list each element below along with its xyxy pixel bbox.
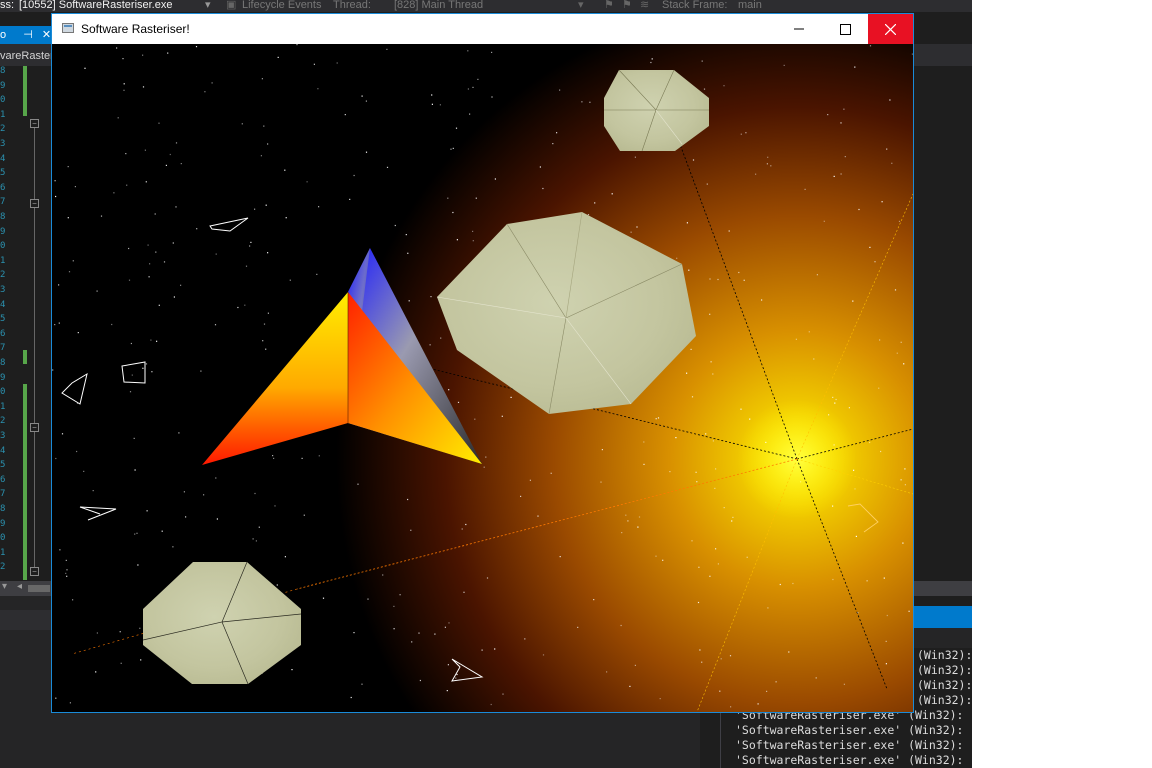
line-number: 8 bbox=[0, 212, 6, 222]
line-number: 2 bbox=[0, 270, 6, 281]
line-number: 9 bbox=[0, 80, 6, 91]
line-number: 9 bbox=[0, 372, 6, 383]
window-title: Software Rasteriser! bbox=[81, 22, 190, 36]
chevron-down-icon[interactable]: ▾ bbox=[2, 581, 7, 592]
output-line: (Win32): bbox=[917, 648, 972, 662]
line-number: 5 bbox=[0, 314, 6, 325]
stack-icon[interactable]: ≋ bbox=[640, 0, 649, 11]
line-number: 1 bbox=[0, 547, 6, 558]
line-number: 5 bbox=[0, 168, 6, 179]
tab-source-file[interactable]: vareRaster bbox=[0, 47, 52, 65]
collapse-icon[interactable]: − bbox=[30, 199, 39, 208]
output-line: (Win32): bbox=[917, 693, 972, 707]
collapse-icon[interactable]: − bbox=[30, 423, 39, 432]
line-number: 0 bbox=[0, 241, 6, 252]
flag-icon[interactable]: ⚑ bbox=[604, 0, 614, 11]
change-marker bbox=[23, 412, 27, 580]
stack-frame-dropdown[interactable]: main bbox=[738, 0, 762, 11]
rendered-scene bbox=[52, 44, 913, 712]
collapse-icon[interactable]: − bbox=[30, 119, 39, 128]
flag-filter-icon[interactable]: ⚑ bbox=[622, 0, 632, 11]
pin-icon[interactable]: ⊣ bbox=[23, 29, 33, 41]
app-icon[interactable] bbox=[62, 23, 74, 33]
close-button[interactable] bbox=[868, 14, 913, 44]
line-number: 2 bbox=[0, 124, 6, 135]
line-number: 1 bbox=[0, 109, 6, 120]
thread-label: Thread: bbox=[333, 0, 371, 11]
window-titlebar[interactable]: Software Rasteriser! bbox=[52, 14, 913, 44]
collapse-icon[interactable]: − bbox=[30, 567, 39, 576]
process-label: ss: bbox=[0, 0, 15, 11]
app-window: Software Rasteriser! bbox=[51, 13, 914, 713]
chevron-down-icon[interactable]: ▾ bbox=[205, 0, 211, 11]
process-dropdown[interactable]: [10552] SoftwareRasteriser.exe bbox=[19, 0, 172, 11]
line-number: 1 bbox=[0, 255, 6, 266]
output-line: 'SoftwareRasteriser.exe' (Win32): bbox=[735, 753, 964, 767]
lifecycle-events-icon: ▣ bbox=[226, 0, 237, 11]
chevron-left-icon[interactable]: ◂ bbox=[17, 581, 22, 592]
output-panel-titlebar bbox=[914, 606, 972, 628]
line-number: 0 bbox=[0, 533, 6, 544]
line-number: 3 bbox=[0, 139, 6, 149]
line-number: 8 bbox=[0, 504, 6, 514]
solution-explorer-header bbox=[914, 44, 972, 66]
line-number: 3 bbox=[0, 431, 6, 441]
line-number: 9 bbox=[0, 226, 6, 237]
line-number: 7 bbox=[0, 197, 6, 208]
line-number: 1 bbox=[0, 401, 6, 412]
line-number: 6 bbox=[0, 328, 6, 339]
tab-debug[interactable]: o ⊣ ✕ bbox=[0, 26, 52, 44]
fold-guide bbox=[34, 206, 35, 426]
thread-dropdown[interactable]: [828] Main Thread bbox=[394, 0, 483, 11]
line-number: 6 bbox=[0, 182, 6, 193]
line-number: 8 bbox=[0, 358, 6, 368]
line-number: 9 bbox=[0, 518, 6, 529]
output-line: (Win32): bbox=[917, 663, 972, 677]
line-number: 7 bbox=[0, 343, 6, 354]
tab-label: o bbox=[0, 29, 7, 41]
maximize-icon bbox=[839, 23, 851, 35]
line-number: 7 bbox=[0, 489, 6, 500]
stack-frame-label: Stack Frame: bbox=[662, 0, 728, 11]
maximize-button[interactable] bbox=[822, 14, 868, 44]
output-line: (Win32): bbox=[917, 678, 972, 692]
line-number: 4 bbox=[0, 153, 6, 164]
render-viewport[interactable] bbox=[52, 44, 913, 712]
minimize-icon bbox=[794, 28, 804, 30]
close-icon[interactable]: ✕ bbox=[42, 29, 51, 41]
output-line: 'SoftwareRasteriser.exe' (Win32): bbox=[735, 723, 964, 737]
line-number: 4 bbox=[0, 445, 6, 456]
editor-gutter: 8 9 0 1 2 3 4 5 6 7 8 9 0 1 2 3 4 5 6 7 8 9 0 1 2 3 4 5 6 7 8 9 0 1 2 − − − − bbox=[0, 66, 52, 580]
chevron-down-icon[interactable]: ▾ bbox=[578, 0, 584, 11]
lifecycle-events-button[interactable]: Lifecycle Events bbox=[242, 0, 321, 11]
line-number: 5 bbox=[0, 460, 6, 471]
change-marker bbox=[23, 66, 27, 116]
line-number: 6 bbox=[0, 474, 6, 485]
line-number: 2 bbox=[0, 416, 6, 427]
fold-guide bbox=[34, 123, 35, 203]
close-icon bbox=[885, 23, 896, 35]
line-number: 2 bbox=[0, 562, 6, 573]
change-marker bbox=[23, 350, 27, 364]
debug-toolbar: ss: [10552] SoftwareRasteriser.exe ▾ ▣ L… bbox=[0, 0, 972, 12]
line-number: 8 bbox=[0, 66, 6, 76]
output-line: 'SoftwareRasteriser.exe' (Win32): bbox=[735, 738, 964, 752]
line-number: 0 bbox=[0, 95, 6, 106]
fold-guide bbox=[34, 430, 35, 570]
minimize-button[interactable] bbox=[776, 14, 822, 44]
scrollbar-thumb[interactable] bbox=[28, 585, 50, 592]
line-number: 4 bbox=[0, 299, 6, 310]
line-number: 3 bbox=[0, 285, 6, 295]
tab-label: vareRaster bbox=[0, 50, 52, 62]
line-number: 0 bbox=[0, 387, 6, 398]
